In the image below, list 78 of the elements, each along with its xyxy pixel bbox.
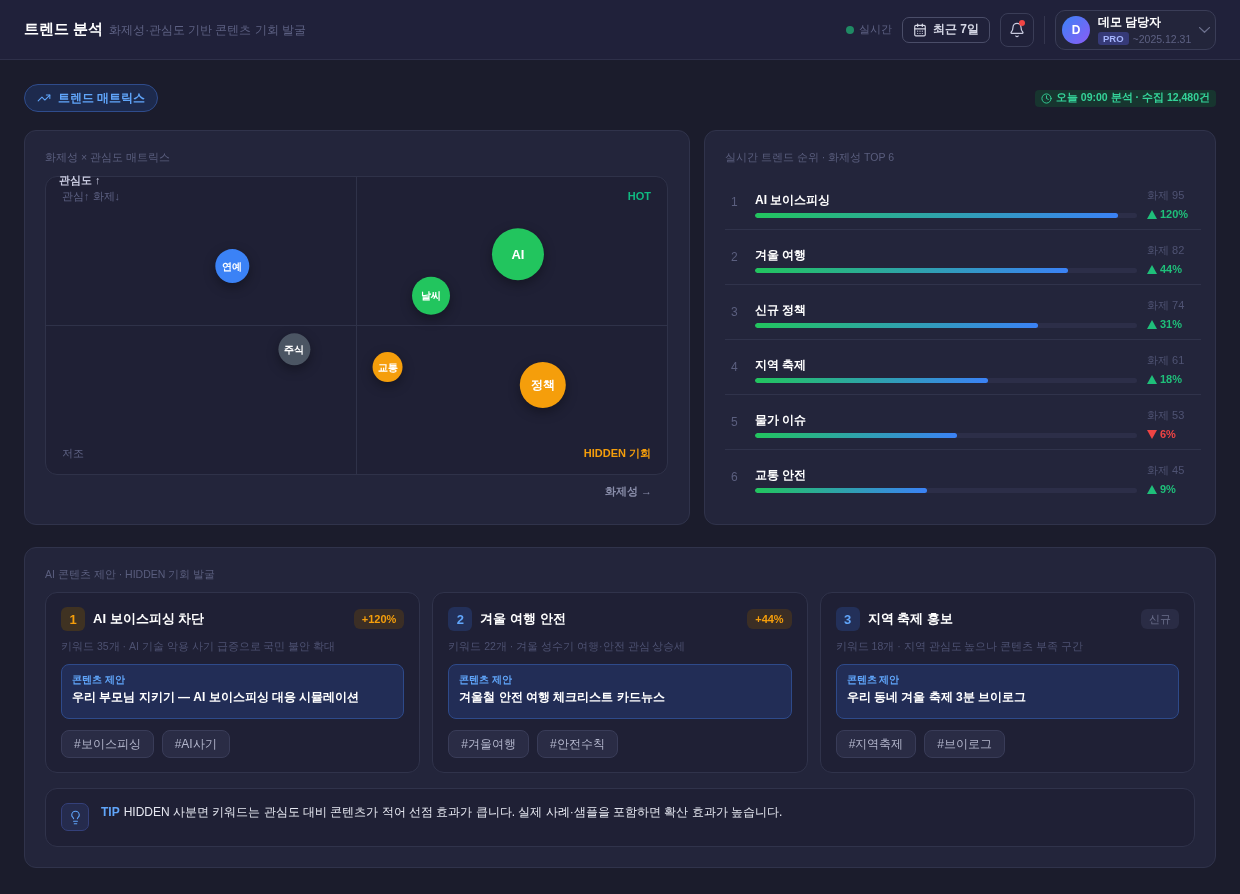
triangle-up-icon <box>1147 374 1157 384</box>
rank-number: 4 <box>730 359 739 376</box>
card-number: 1 <box>61 607 85 631</box>
bubble-label: 주식 <box>284 343 305 355</box>
triangle-up-icon <box>1147 209 1157 219</box>
analysis-status-badge: 오늘 09:00 분석 · 수집 12,480건 <box>1034 89 1216 107</box>
change-percent: 31% <box>1160 317 1183 331</box>
proposal-text: 겨울철 안전 여행 체크리스트 카드뉴스 <box>459 689 666 705</box>
change-percent: 120% <box>1160 207 1189 221</box>
bubble-label: 연예 <box>222 260 243 272</box>
x-axis-label: 화제성 → <box>604 484 652 498</box>
user-avatar: D <box>1062 15 1090 44</box>
tab[interactable]: 트렌드 매트릭스 <box>24 84 159 112</box>
proposal-text: 우리 부모님 지키기 — AI 보이스피싱 대응 시뮬레이션 <box>72 689 361 705</box>
panel-title: AI 콘텐츠 제안 · HIDDEN 기회 발굴 <box>45 567 217 581</box>
panel-title: 화제성 × 관심도 매트릭스 <box>45 150 171 164</box>
user-name: 데모 담당자 <box>1098 14 1163 31</box>
panel-title: 실시간 트렌드 순위 · 화제성 TOP 6 <box>725 150 896 164</box>
lightbulb-icon <box>61 803 89 831</box>
hashtag-chip: #보이스피싱 <box>61 730 154 758</box>
trend-name: 겨울 여행 <box>755 247 808 263</box>
calendar-icon <box>913 22 927 37</box>
y-axis-label: 관심도 ↑ <box>59 173 101 187</box>
proposal-text: 우리 동네 겨울 축제 3분 브이로그 <box>846 689 1027 705</box>
bubble-label: 정책 <box>530 378 555 391</box>
rank-number: 3 <box>730 304 739 321</box>
triangle-up-icon <box>1147 264 1157 274</box>
bubble-label: 교통 <box>377 361 398 373</box>
proposal-label: 콘텐츠 제안 <box>846 673 901 686</box>
user-menu-button[interactable]: D 데모 담당자 PRO ~2025.12.31 <box>1055 9 1216 50</box>
proposal-label: 콘텐츠 제안 <box>72 673 126 686</box>
hashtag-chip: #AI사기 <box>161 730 230 758</box>
card-badge: +44% <box>747 609 792 629</box>
page-subtitle: 화제성·관심도 기반 콘텐츠 기회 발굴 <box>109 23 306 38</box>
chevron-down-icon <box>1199 26 1211 33</box>
notification-button[interactable] <box>1000 12 1034 47</box>
rank-number: 6 <box>730 469 739 486</box>
card-badge: 신규 <box>1141 609 1179 629</box>
card-title: 겨울 여행 안전 <box>480 610 566 628</box>
trend-name: AI 보이스피싱 <box>755 192 832 208</box>
hashtag-chip: #브이로그 <box>924 730 1006 758</box>
card-title: 지역 축제 홍보 <box>867 610 953 628</box>
triangle-up-icon <box>1147 484 1157 494</box>
card-badge: +120% <box>353 609 405 629</box>
triangle-up-icon <box>1147 319 1157 329</box>
period-button[interactable]: 최근 7일 <box>902 16 990 43</box>
live-label: 실시간 <box>859 22 892 37</box>
tip-text: TIP HIDDEN 사분면 키워드는 관심도 대비 콘텐츠가 적어 선점 효과가 큽니다. 실제 사례·샘플을 포함하면 확산 효과가 높습니다. <box>101 804 783 820</box>
plan-expiry: ~2025.12.31 <box>1132 32 1192 45</box>
rank-number: 1 <box>730 194 739 211</box>
plan-badge: PRO <box>1098 32 1129 45</box>
change-percent: 44% <box>1160 262 1183 276</box>
clock-icon <box>1040 92 1052 104</box>
trend-name: 지역 축제 <box>755 357 808 373</box>
bell-icon <box>1009 21 1025 38</box>
rank-number: 2 <box>730 249 739 266</box>
hashtag-chip: #안전수칙 <box>537 730 618 758</box>
quadrant-label: 관심↑ 화제↓ <box>62 189 121 203</box>
quadrant-label: 저조 <box>62 446 84 460</box>
page-title: 트렌드 분석 <box>24 20 104 39</box>
bubble-label: AI <box>511 246 525 262</box>
change-percent: 18% <box>1160 372 1183 386</box>
trend-name: 신규 정책 <box>755 302 808 318</box>
proposal-label: 콘텐츠 제안 <box>459 673 514 686</box>
hashtag-chip: #겨울여행 <box>448 730 529 758</box>
triangle-down-icon <box>1147 429 1157 439</box>
quadrant-label: HIDDEN 기회 <box>583 446 651 460</box>
bubble-label: 날씨 <box>421 290 441 302</box>
trend-name: 물가 이슈 <box>755 412 808 428</box>
change-percent: 9% <box>1160 482 1176 496</box>
change-percent: 6% <box>1160 427 1176 441</box>
card-title: AI 보이스피싱 차단 <box>93 610 205 628</box>
card-number: 3 <box>835 607 860 631</box>
hashtag-chip: #지역축제 <box>835 730 917 758</box>
trend-name: 교통 안전 <box>755 467 808 483</box>
card-number: 2 <box>448 607 473 631</box>
rank-number: 5 <box>730 414 739 431</box>
quadrant-label: HOT <box>627 189 651 203</box>
